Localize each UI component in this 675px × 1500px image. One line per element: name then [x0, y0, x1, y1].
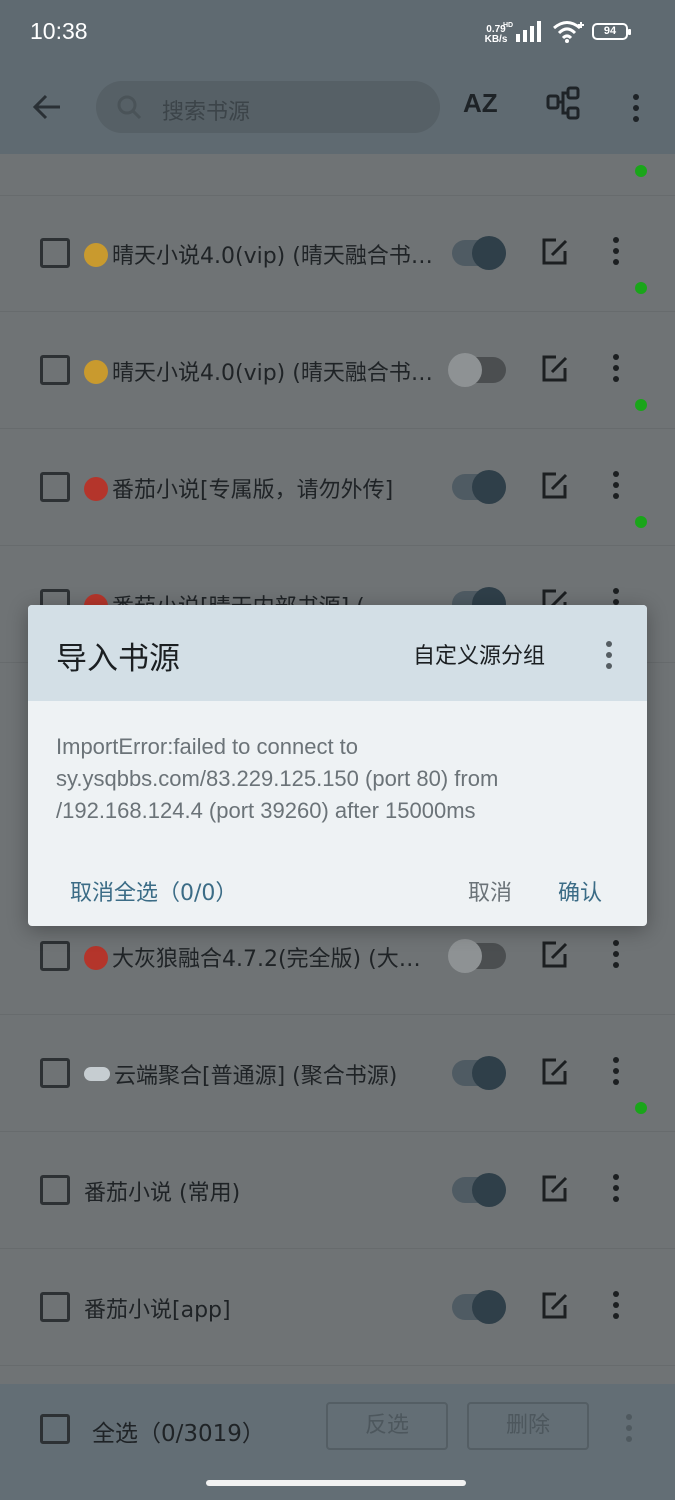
edit-icon[interactable] [540, 354, 570, 384]
list-item[interactable]: 晴天小说4.0(vip) (晴天融合书源) [0, 165, 675, 312]
invert-selection-button[interactable]: 反选 [326, 1402, 448, 1450]
sun-emoji-icon [84, 243, 108, 267]
enable-toggle[interactable] [452, 1173, 506, 1207]
search-input[interactable]: 搜索书源 [96, 81, 440, 133]
dialog-title: 导入书源 [56, 641, 180, 677]
import-source-dialog: 导入书源 自定义源分组 ImportError:failed to connec… [28, 605, 647, 926]
item-label: 晴天小说4.0(vip) (晴天融合书源) [84, 238, 434, 270]
enable-toggle[interactable] [452, 236, 506, 270]
item-name: 大灰狼融合4.7.2(完全版) (大灰狼) [112, 947, 434, 972]
item-label: 大灰狼融合4.7.2(完全版) (大灰狼) [84, 941, 434, 973]
item-label: 番茄小说[专属版，请勿外传] [84, 472, 434, 504]
tomato-emoji-icon [84, 477, 108, 501]
toggle-knob [448, 353, 482, 387]
item-more-icon[interactable] [612, 1057, 620, 1090]
item-more-icon[interactable] [612, 471, 620, 504]
toggle-knob [472, 236, 506, 270]
home-indicator[interactable] [206, 1480, 466, 1486]
item-name: 番茄小说[app] [84, 1298, 231, 1323]
tomato-emoji-icon [84, 946, 108, 970]
edit-icon[interactable] [540, 471, 570, 501]
status-dot [635, 516, 647, 528]
item-checkbox[interactable] [40, 355, 70, 385]
item-name: 晴天小说4.0(vip) (晴天融合书源) [112, 244, 434, 269]
back-arrow-icon[interactable] [30, 90, 64, 124]
enable-toggle[interactable] [448, 939, 506, 973]
item-label: 番茄小说[app] [84, 1292, 434, 1324]
edit-icon[interactable] [540, 237, 570, 267]
dialog-more-icon[interactable] [606, 641, 614, 674]
edit-icon[interactable] [540, 940, 570, 970]
deselect-all-button[interactable]: 取消全选（0/0） [70, 875, 237, 907]
network-speed-unit: KB/s [484, 34, 508, 45]
dialog-error-message: ImportError:failed to connect to sy.ysqb… [56, 734, 499, 823]
search-placeholder: 搜索书源 [162, 100, 251, 125]
item-checkbox[interactable] [40, 1175, 70, 1205]
wifi-icon [553, 21, 584, 43]
item-more-icon[interactable] [612, 940, 620, 973]
status-dot [635, 399, 647, 411]
toggle-knob [472, 1173, 506, 1207]
network-speed: HD 0.79 KB/s [478, 22, 514, 45]
confirm-button[interactable]: 确认 [558, 875, 602, 907]
item-label: 云端聚合[普通源] (聚合书源) [84, 1058, 434, 1090]
item-more-icon[interactable] [612, 237, 620, 270]
toggle-knob [448, 939, 482, 973]
more-vert-icon[interactable] [633, 94, 641, 122]
cancel-button[interactable]: 取消 [468, 875, 512, 907]
status-time: 10:38 [30, 18, 88, 44]
select-all-label[interactable]: 全选（0/3019） [92, 1414, 265, 1448]
list-item[interactable]: 番茄小说[app] [0, 1249, 675, 1366]
item-more-icon[interactable] [612, 354, 620, 387]
status-dot [635, 165, 647, 177]
item-checkbox[interactable] [40, 238, 70, 268]
item-name: 晴天小说4.0(vip) (晴天融合书源) [112, 361, 434, 386]
select-all-checkbox[interactable] [40, 1414, 70, 1444]
list-item[interactable]: 云端聚合[普通源] (聚合书源) [0, 1015, 675, 1132]
list-item[interactable]: 番茄小说 (常用) [0, 1102, 675, 1249]
item-label: 晴天小说4.0(vip) (晴天融合书源) [84, 355, 434, 387]
item-more-icon[interactable] [612, 1291, 620, 1324]
status-dot [635, 282, 647, 294]
status-bar: 10:38 HD 0.79 KB/s 94 [0, 0, 675, 62]
item-name: 番茄小说[专属版，请勿外传] [112, 478, 394, 503]
item-name: 番茄小说 (常用) [84, 1181, 241, 1206]
toggle-knob [472, 1056, 506, 1090]
toggle-knob [472, 470, 506, 504]
edit-icon[interactable] [540, 1057, 570, 1087]
sort-az-icon[interactable]: AZ [463, 88, 503, 128]
item-checkbox[interactable] [40, 1058, 70, 1088]
cloud-emoji-icon [84, 1067, 110, 1081]
enable-toggle[interactable] [452, 1290, 506, 1324]
item-more-icon[interactable] [612, 1174, 620, 1207]
list-item-partial [0, 154, 675, 196]
custom-group-button[interactable]: 自定义源分组 [413, 638, 545, 670]
item-label: 番茄小说 (常用) [84, 1175, 434, 1207]
item-checkbox[interactable] [40, 1292, 70, 1322]
item-name: 云端聚合[普通源] (聚合书源) [114, 1064, 398, 1089]
bottom-more-icon[interactable] [626, 1414, 634, 1447]
sun-emoji-icon [84, 360, 108, 384]
status-dot [635, 1102, 647, 1114]
top-toolbar: 搜索书源 AZ [0, 62, 675, 154]
enable-toggle[interactable] [452, 470, 506, 504]
search-icon [117, 95, 142, 120]
group-icon[interactable] [546, 86, 582, 120]
delete-button[interactable]: 删除 [467, 1402, 589, 1450]
item-checkbox[interactable] [40, 941, 70, 971]
list-item[interactable]: 晴天小说4.0(vip) (晴天融合书源) [0, 282, 675, 429]
signal-icon [516, 21, 541, 42]
battery-icon: 94 [592, 23, 631, 40]
toggle-knob [472, 1290, 506, 1324]
list-item[interactable]: 番茄小说[专属版，请勿外传] [0, 399, 675, 546]
dialog-header: 导入书源 自定义源分组 [28, 605, 647, 701]
enable-toggle[interactable] [448, 353, 506, 387]
item-checkbox[interactable] [40, 472, 70, 502]
sort-az-label: AZ [463, 88, 498, 118]
enable-toggle[interactable] [452, 1056, 506, 1090]
edit-icon[interactable] [540, 1174, 570, 1204]
edit-icon[interactable] [540, 1291, 570, 1321]
